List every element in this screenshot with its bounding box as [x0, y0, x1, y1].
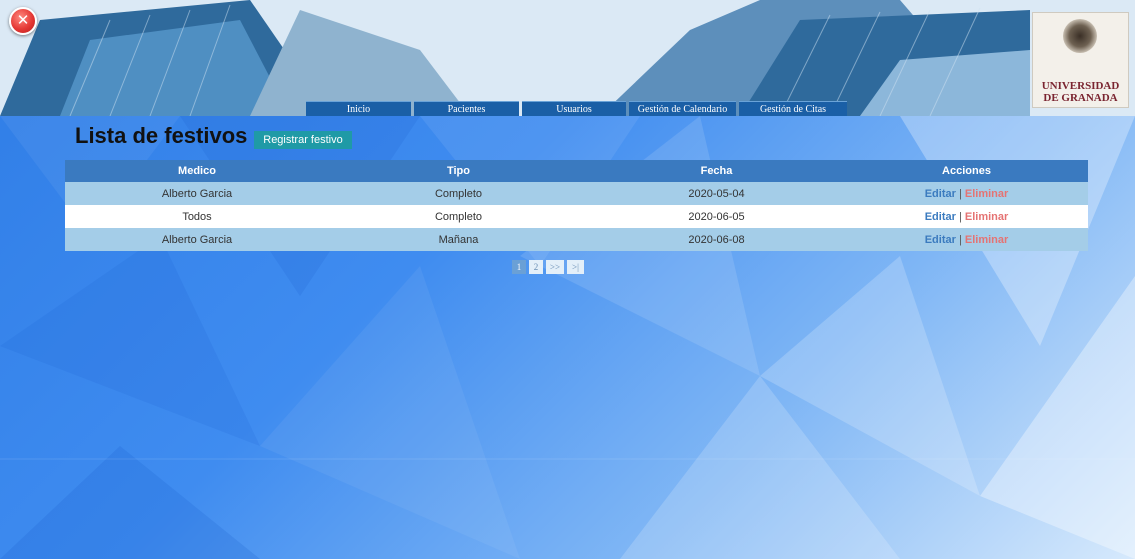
action-separator: | — [958, 210, 962, 223]
table-header-row: Medico Tipo Fecha Acciones — [65, 160, 1088, 182]
cell-medico: Todos — [65, 205, 329, 228]
column-header-tipo[interactable]: Tipo — [329, 160, 588, 182]
delete-link[interactable]: Eliminar — [965, 211, 1008, 223]
cell-acciones: Editar | Eliminar — [845, 182, 1088, 205]
holidays-table: Medico Tipo Fecha Acciones Alberto Garci… — [65, 160, 1088, 251]
table-row: Alberto Garcia Mañana 2020-06-08 Editar … — [65, 228, 1088, 251]
header-banner: ✕ UNIVERSIDAD DE GRANADA Inicio Paciente… — [0, 0, 1135, 116]
edit-link[interactable]: Editar — [925, 234, 956, 246]
logo-line-1: UNIVERSIDAD — [1041, 80, 1120, 92]
cell-medico: Alberto Garcia — [65, 228, 329, 251]
nav-gestion-calendario[interactable]: Gestión de Calendario — [629, 101, 736, 116]
cell-tipo: Completo — [329, 182, 588, 205]
cell-tipo: Mañana — [329, 228, 588, 251]
edit-link[interactable]: Editar — [925, 188, 956, 200]
cell-fecha: 2020-05-04 — [588, 182, 845, 205]
cell-fecha: 2020-06-08 — [588, 228, 845, 251]
last-page-button[interactable]: >| — [567, 260, 584, 274]
column-header-medico[interactable]: Medico — [65, 160, 329, 182]
next-page-button[interactable]: >> — [546, 260, 564, 274]
nav-pacientes[interactable]: Pacientes — [414, 101, 519, 116]
building-banner-image — [0, 0, 1135, 116]
university-logo: UNIVERSIDAD DE GRANADA — [1032, 12, 1129, 108]
edit-link[interactable]: Editar — [925, 211, 956, 223]
main-nav: Inicio Pacientes Usuarios Gestión de Cal… — [0, 101, 1135, 116]
delete-link[interactable]: Eliminar — [965, 188, 1008, 200]
university-seal — [1063, 19, 1097, 53]
delete-link[interactable]: Eliminar — [965, 234, 1008, 246]
cell-acciones: Editar | Eliminar — [845, 205, 1088, 228]
page-2-button[interactable]: 2 — [529, 260, 543, 274]
close-icon[interactable]: ✕ — [9, 7, 37, 35]
action-separator: | — [958, 233, 962, 246]
register-holiday-button[interactable]: Registrar festivo — [254, 131, 352, 149]
cell-medico: Alberto Garcia — [65, 182, 329, 205]
nav-gestion-citas[interactable]: Gestión de Citas — [739, 101, 847, 116]
nav-inicio[interactable]: Inicio — [306, 101, 411, 116]
table-row: Alberto Garcia Completo 2020-05-04 Edita… — [65, 182, 1088, 205]
column-header-fecha[interactable]: Fecha — [588, 160, 845, 182]
column-header-acciones: Acciones — [845, 160, 1088, 182]
cell-fecha: 2020-06-05 — [588, 205, 845, 228]
cell-tipo: Completo — [329, 205, 588, 228]
action-separator: | — [958, 187, 962, 200]
page-1-button[interactable]: 1 — [512, 260, 526, 274]
cell-acciones: Editar | Eliminar — [845, 228, 1088, 251]
table-row: Todos Completo 2020-06-05 Editar | Elimi… — [65, 205, 1088, 228]
page-title: Lista de festivos — [75, 123, 248, 148]
nav-usuarios[interactable]: Usuarios — [522, 101, 626, 116]
